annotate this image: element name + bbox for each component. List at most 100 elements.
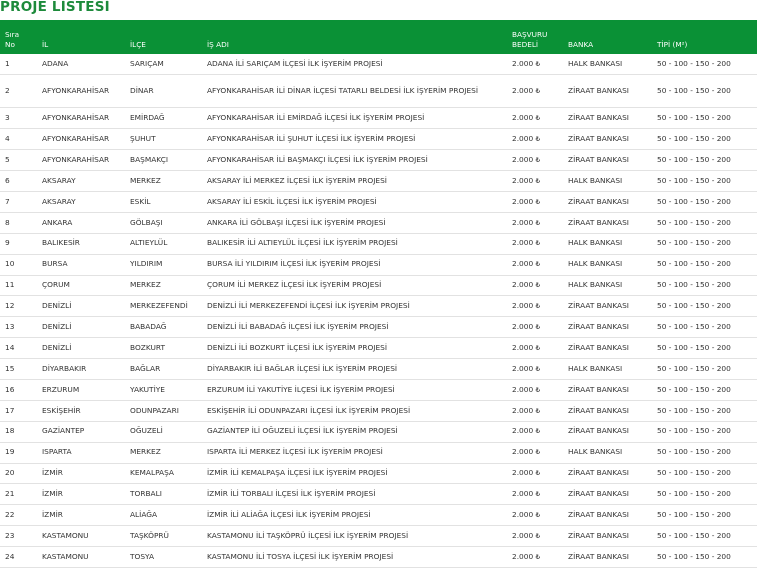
- cell-no: 17: [0, 400, 37, 422]
- cell-no: 19: [0, 442, 37, 464]
- cell-il: AKSARAY: [37, 191, 125, 213]
- cell-is-adi: İZMİR İLİ TORBALI İLÇESİ İLK İŞYERİM PRO…: [202, 483, 507, 506]
- cell-banka: HALK BANKASI: [563, 233, 652, 255]
- page: PROJE LİSTESİ Sıra No İL İLÇE İŞ ADI BAŞV…: [0, 0, 759, 568]
- cell-basvuru-bedeli: 2.000 ₺: [507, 74, 563, 109]
- cell-basvuru-bedeli: 2.000 ₺: [507, 212, 563, 234]
- table-row: 19 ISPARTA MERKEZ ISPARTA İLİ MERKEZ İLÇESİ…: [0, 442, 757, 464]
- cell-tipi: 50 - 100 - 150 - 200: [652, 191, 757, 213]
- cell-il: KASTAMONU: [37, 546, 125, 568]
- cell-il: DENİZLİ: [37, 337, 125, 360]
- cell-ilce: ESKİL: [125, 191, 202, 213]
- cell-banka: HALK BANKASI: [563, 54, 652, 76]
- cell-no: 13: [0, 316, 37, 339]
- cell-il: DENİZLİ: [37, 295, 125, 318]
- cell-ilce: MERKEZEFENDİ: [125, 295, 202, 318]
- cell-tipi: 50 - 100 - 150 - 200: [652, 254, 757, 276]
- cell-no: 15: [0, 358, 37, 380]
- table-row: 6 AKSARAY MERKEZ AKSARAY İLİ MERKEZ İLÇESİ …: [0, 170, 757, 192]
- table-row: 11 ÇORUM MERKEZ ÇORUM İLİ MERKEZ İLÇESİ İLK…: [0, 275, 757, 297]
- cell-is-adi: AFYONKARAHİSAR İLİ BAŞMAKÇI İLÇESİ İLK İ…: [202, 149, 507, 172]
- header-il: İL: [42, 40, 49, 49]
- cell-banka: ZİRAAT BANKASI: [563, 337, 652, 360]
- table-row: 15 DİYARBAKIR BAĞLAR DİYARBAKIR İLİ BAĞLAR …: [0, 358, 757, 380]
- cell-is-adi: ESKİŞEHİR İLİ ODUNPAZARI İLÇESİ İLK İŞYE…: [202, 400, 507, 422]
- cell-no: 1: [0, 54, 37, 76]
- cell-ilce: KEMALPAŞA: [125, 463, 202, 485]
- header-no-line1: Sıra: [5, 30, 20, 39]
- cell-basvuru-bedeli: 2.000 ₺: [507, 442, 563, 464]
- header-no: Sıra No: [0, 20, 37, 54]
- cell-is-adi: DİYARBAKIR İLİ BAĞLAR İLÇESİ İLK İŞYERİM…: [202, 358, 507, 380]
- cell-basvuru-bedeli: 2.000 ₺: [507, 54, 563, 76]
- cell-is-adi: AFYONKARAHİSAR İLİ ŞUHUT İLÇESİ İLK İŞYE…: [202, 128, 507, 151]
- cell-basvuru-bedeli: 2.000 ₺: [507, 233, 563, 255]
- cell-no: 8: [0, 212, 37, 234]
- cell-ilce: TAŞKÖPRÜ: [125, 525, 202, 548]
- table-row: 17 ESKİŞEHİR ODUNPAZARI ESKİŞEHİR İLİ ODUNP…: [0, 400, 757, 422]
- table-row: 22 İZMİR ALİAĞA İZMİR İLİ ALİAĞA İLÇESİ İLK…: [0, 504, 757, 527]
- cell-basvuru-bedeli: 2.000 ₺: [507, 483, 563, 506]
- cell-ilce: ALTIEYLÜL: [125, 233, 202, 255]
- cell-no: 10: [0, 254, 37, 276]
- cell-is-adi: ADANA İLİ SARIÇAM İLÇESİ İLK İŞYERİM PRO…: [202, 54, 507, 76]
- cell-no: 3: [0, 107, 37, 130]
- cell-no: 2: [0, 74, 37, 109]
- table-row: 14 DENİZLİ BOZKURT DENİZLİ İLİ BOZKURT İLÇE…: [0, 337, 757, 360]
- cell-basvuru-bedeli: 2.000 ₺: [507, 504, 563, 527]
- cell-tipi: 50 - 100 - 150 - 200: [652, 379, 757, 401]
- table-row: 4 AFYONKARAHİSAR ŞUHUT AFYONKARAHİSAR İLİ Ş…: [0, 128, 757, 151]
- cell-ilce: SARIÇAM: [125, 54, 202, 76]
- cell-tipi: 50 - 100 - 150 - 200: [652, 337, 757, 360]
- cell-basvuru-bedeli: 2.000 ₺: [507, 379, 563, 401]
- cell-basvuru-bedeli: 2.000 ₺: [507, 358, 563, 380]
- cell-tipi: 50 - 100 - 150 - 200: [652, 54, 757, 76]
- cell-is-adi: ANKARA İLİ GÖLBAŞI İLÇESİ İLK İŞYERİM PR…: [202, 212, 507, 234]
- cell-basvuru-bedeli: 2.000 ₺: [507, 254, 563, 276]
- cell-banka: ZİRAAT BANKASI: [563, 546, 652, 568]
- cell-banka: HALK BANKASI: [563, 170, 652, 192]
- cell-tipi: 50 - 100 - 150 - 200: [652, 149, 757, 172]
- cell-tipi: 50 - 100 - 150 - 200: [652, 546, 757, 568]
- cell-banka: ZİRAAT BANKASI: [563, 74, 652, 109]
- cell-il: ÇORUM: [37, 275, 125, 297]
- cell-ilce: OĞUZELİ: [125, 421, 202, 443]
- cell-ilce: MERKEZ: [125, 442, 202, 464]
- cell-ilce: BAŞMAKÇI: [125, 149, 202, 172]
- cell-is-adi: ISPARTA İLİ MERKEZ İLÇESİ İLK İŞYERİM PR…: [202, 442, 507, 464]
- table-row: 9 BALIKESİR ALTIEYLÜL BALIKESİR İLİ ALTIEYL…: [0, 233, 757, 255]
- cell-il: İZMİR: [37, 504, 125, 527]
- cell-no: 20: [0, 463, 37, 485]
- header-basvuru-bedeli: BAŞVURU BEDELİ: [507, 20, 563, 54]
- cell-is-adi: DENİZLİ İLİ BOZKURT İLÇESİ İLK İŞYERİM P…: [202, 337, 507, 360]
- table-row: 13 DENİZLİ BABADAĞ DENİZLİ İLİ BABADAĞ İLÇE…: [0, 316, 757, 339]
- cell-no: 21: [0, 483, 37, 506]
- cell-is-adi: BALIKESİR İLİ ALTIEYLÜL İLÇESİ İLK İŞYER…: [202, 233, 507, 255]
- cell-is-adi: AFYONKARAHİSAR İLİ DİNAR İLÇESİ TATARLI …: [202, 74, 507, 109]
- table-row: 7 AKSARAY ESKİL AKSARAY İLİ ESKİL İLÇESİ İL…: [0, 191, 757, 213]
- cell-tipi: 50 - 100 - 150 - 200: [652, 295, 757, 318]
- table-row: 20 İZMİR KEMALPAŞA İZMİR İLİ KEMALPAŞA İLÇE…: [0, 463, 757, 485]
- cell-no: 23: [0, 525, 37, 548]
- table-row: 5 AFYONKARAHİSAR BAŞMAKÇI AFYONKARAHİSAR İL…: [0, 149, 757, 172]
- cell-is-adi: AKSARAY İLİ MERKEZ İLÇESİ İLK İŞYERİM PR…: [202, 170, 507, 192]
- cell-basvuru-bedeli: 2.000 ₺: [507, 316, 563, 339]
- cell-tipi: 50 - 100 - 150 - 200: [652, 504, 757, 527]
- cell-is-adi: BURSA İLİ YILDIRIM İLÇESİ İLK İŞYERİM PR…: [202, 254, 507, 276]
- cell-is-adi: DENİZLİ İLİ BABADAĞ İLÇESİ İLK İŞYERİM P…: [202, 316, 507, 339]
- cell-tipi: 50 - 100 - 150 - 200: [652, 483, 757, 506]
- cell-tipi: 50 - 100 - 150 - 200: [652, 525, 757, 548]
- header-is-adi: İŞ ADI: [207, 40, 229, 49]
- cell-ilce: DİNAR: [125, 74, 202, 109]
- cell-il: AFYONKARAHİSAR: [37, 107, 125, 130]
- cell-il: ERZURUM: [37, 379, 125, 401]
- cell-ilce: YAKUTİYE: [125, 379, 202, 401]
- cell-il: DENİZLİ: [37, 316, 125, 339]
- cell-is-adi: İZMİR İLİ KEMALPAŞA İLÇESİ İLK İŞYERİM P…: [202, 463, 507, 485]
- cell-tipi: 50 - 100 - 150 - 200: [652, 316, 757, 339]
- cell-il: BALIKESİR: [37, 233, 125, 255]
- cell-ilce: ODUNPAZARI: [125, 400, 202, 422]
- cell-il: ADANA: [37, 54, 125, 76]
- cell-tipi: 50 - 100 - 150 - 200: [652, 275, 757, 297]
- cell-no: 5: [0, 149, 37, 172]
